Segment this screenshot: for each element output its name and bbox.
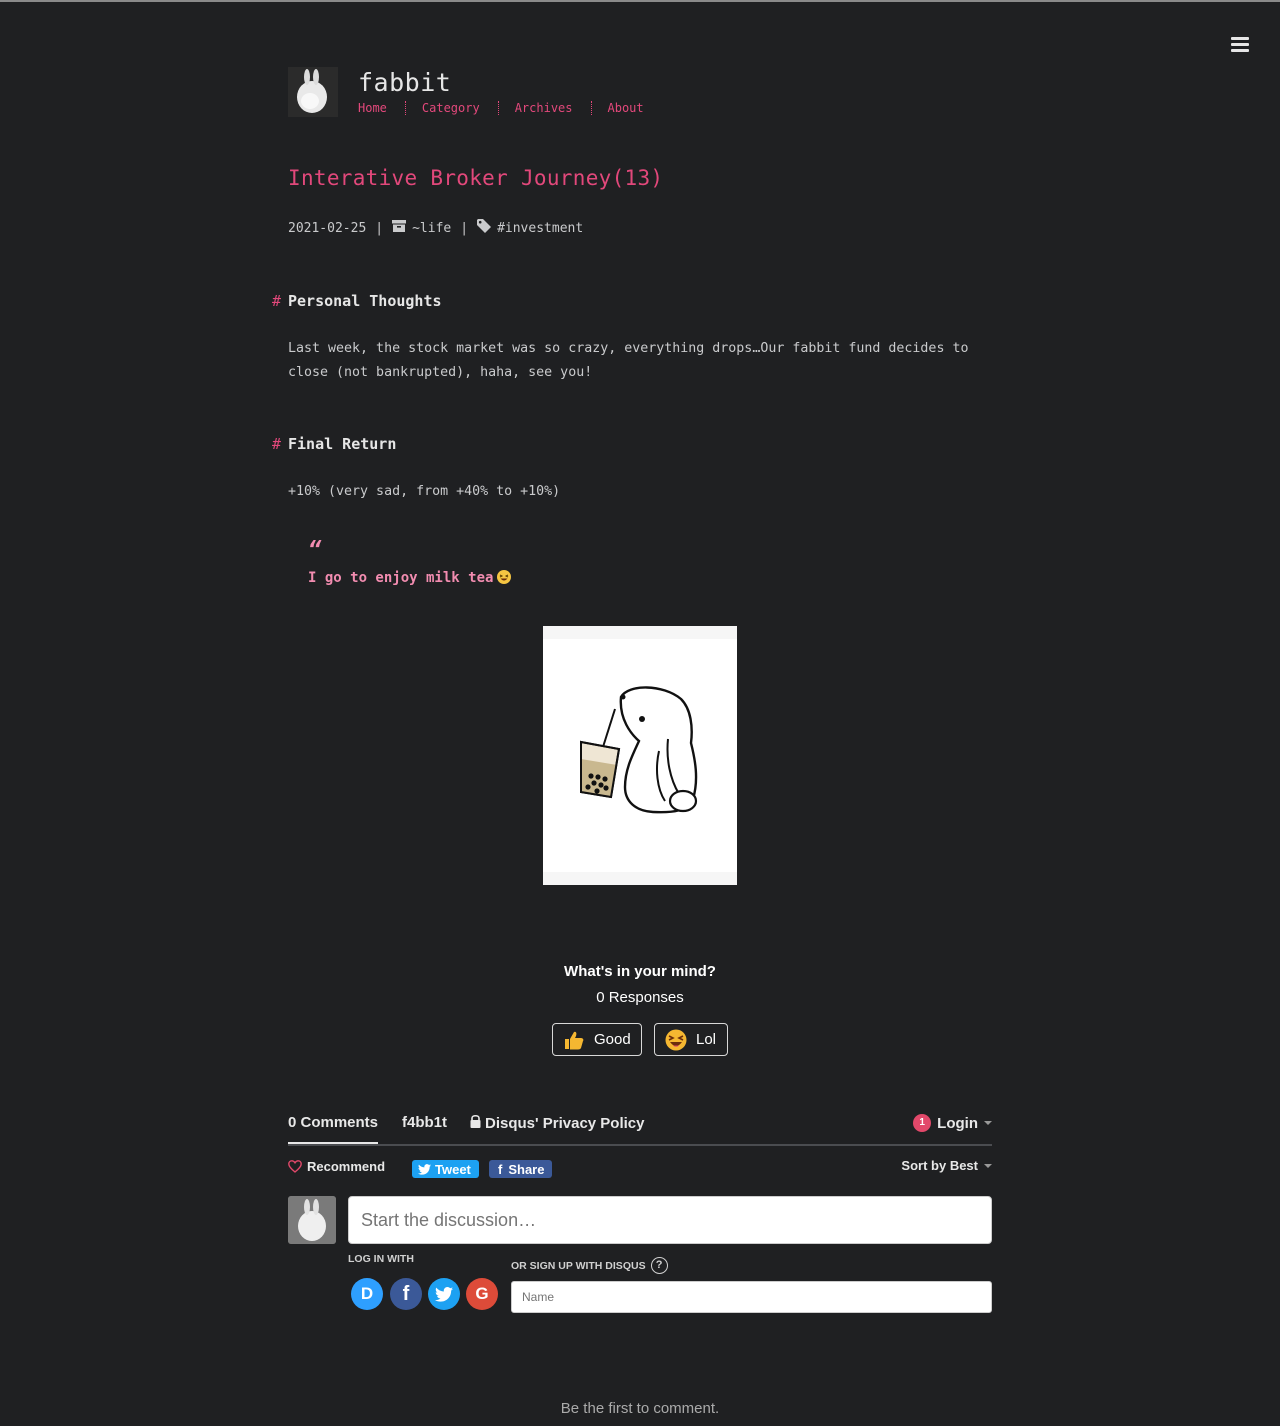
signup-text: OR SIGN UP WITH DISQUS — [511, 1259, 646, 1272]
nav-home[interactable]: Home — [358, 101, 387, 115]
name-field[interactable] — [511, 1281, 992, 1313]
disqus-login-icon[interactable]: D — [351, 1278, 383, 1310]
comment-input[interactable] — [348, 1196, 992, 1244]
archive-icon — [392, 220, 407, 236]
nav-divider — [404, 101, 406, 115]
paragraph-final-return: +10% (very sad, from +40% to +10%) — [288, 484, 561, 499]
user-avatar — [288, 1196, 336, 1244]
nav-divider — [590, 101, 592, 115]
disqus-nav: 0 Comments f4bb1t Disqus' Privacy Policy… — [288, 1106, 992, 1146]
site-header: fabbit Home Category Archives About — [288, 66, 708, 122]
twitter-login-icon[interactable] — [428, 1278, 460, 1310]
site-title[interactable]: fabbit — [358, 68, 451, 97]
thumbs-up-icon — [563, 1029, 585, 1051]
sort-label: Sort by Best — [901, 1158, 978, 1173]
heading-final-return: # Final Return — [272, 435, 397, 453]
heading-text: Personal Thoughts — [288, 292, 442, 310]
tweet-button[interactable]: Tweet — [412, 1160, 479, 1178]
responses-count: 0 Responses — [596, 989, 684, 1006]
twitter-icon — [418, 1163, 431, 1175]
bunny-milk-tea-image — [543, 626, 737, 885]
heart-icon — [288, 1160, 302, 1173]
comments-tab[interactable]: 0 Comments — [288, 1114, 378, 1131]
chevron-down-icon — [984, 1121, 992, 1125]
community-tab[interactable]: f4bb1t — [402, 1114, 447, 1131]
login-label: Login — [937, 1114, 978, 1132]
laughing-emoji-icon — [497, 570, 512, 584]
reaction-label: Lol — [696, 1031, 717, 1048]
nav-about[interactable]: About — [608, 101, 644, 115]
post-date: 2021-02-25 — [288, 220, 367, 236]
reaction-label: Good — [594, 1031, 631, 1048]
active-tab-indicator — [288, 1142, 378, 1144]
login-menu[interactable]: 1 Login — [913, 1114, 992, 1132]
notification-badge: 1 — [913, 1114, 932, 1132]
reaction-good-button[interactable]: Good — [552, 1023, 642, 1056]
heading-text: Final Return — [288, 435, 397, 453]
nav-divider — [497, 101, 499, 115]
nav-category[interactable]: Category — [422, 101, 480, 115]
recommend-button[interactable]: Recommend — [288, 1159, 385, 1174]
heading-personal-thoughts: # Personal Thoughts — [272, 292, 442, 310]
facebook-login-icon[interactable]: f — [390, 1278, 422, 1310]
lock-icon — [470, 1114, 481, 1128]
post-tag-link[interactable]: #investment — [497, 221, 583, 236]
site-logo[interactable] — [288, 67, 338, 117]
reaction-lol-button[interactable]: Lol — [654, 1023, 728, 1056]
thread-toolbar: Recommend Tweet f Share Sort by Best — [288, 1146, 992, 1190]
chevron-down-icon — [984, 1164, 992, 1168]
post-meta: 2021-02-25 | ~life | #investment — [288, 219, 583, 237]
laughing-face-icon — [665, 1029, 687, 1051]
heading-anchor[interactable]: # — [272, 292, 281, 310]
menu-toggle-icon[interactable] — [1231, 37, 1249, 55]
post-title: Interative Broker Journey(13) — [288, 166, 664, 190]
meta-divider: | — [460, 220, 469, 236]
empty-comments-message: Be the first to comment. — [560, 1400, 720, 1417]
help-icon[interactable]: ? — [650, 1257, 668, 1274]
disqus-thread: 0 Comments f4bb1t Disqus' Privacy Policy… — [288, 1106, 992, 1313]
nav-archives[interactable]: Archives — [515, 101, 573, 115]
signup-with-label: OR SIGN UP WITH DISQUS ? — [511, 1257, 668, 1274]
facebook-share-button[interactable]: f Share — [489, 1160, 553, 1178]
quote-text-line: I go to enjoy milk tea — [308, 570, 512, 586]
privacy-policy-label: Disqus' Privacy Policy — [485, 1115, 645, 1132]
tag-icon — [477, 219, 492, 237]
tweet-label: Tweet — [435, 1161, 471, 1177]
facebook-glyph: f — [402, 1282, 410, 1305]
login-with-label: LOG IN WITH — [348, 1253, 414, 1265]
privacy-policy-link[interactable]: Disqus' Privacy Policy — [470, 1114, 644, 1132]
heading-anchor[interactable]: # — [272, 435, 281, 453]
sort-dropdown[interactable]: Sort by Best — [901, 1158, 992, 1173]
paragraph-personal-thoughts: Last week, the stock market was so crazy… — [288, 341, 969, 380]
recommend-label: Recommend — [307, 1159, 386, 1174]
share-label: Share — [508, 1161, 545, 1177]
google-login-icon[interactable]: G — [466, 1278, 498, 1310]
quote-mark: “ — [308, 538, 322, 563]
reactions-title: What's in your mind? — [564, 963, 716, 980]
quote-text: I go to enjoy milk tea — [308, 570, 494, 586]
meta-divider: | — [375, 220, 384, 236]
post-category-link[interactable]: ~life — [412, 221, 451, 236]
blockquote: “ I go to enjoy milk tea — [308, 538, 512, 586]
facebook-icon: f — [498, 1161, 503, 1177]
main-nav: Home Category Archives About — [358, 101, 644, 115]
